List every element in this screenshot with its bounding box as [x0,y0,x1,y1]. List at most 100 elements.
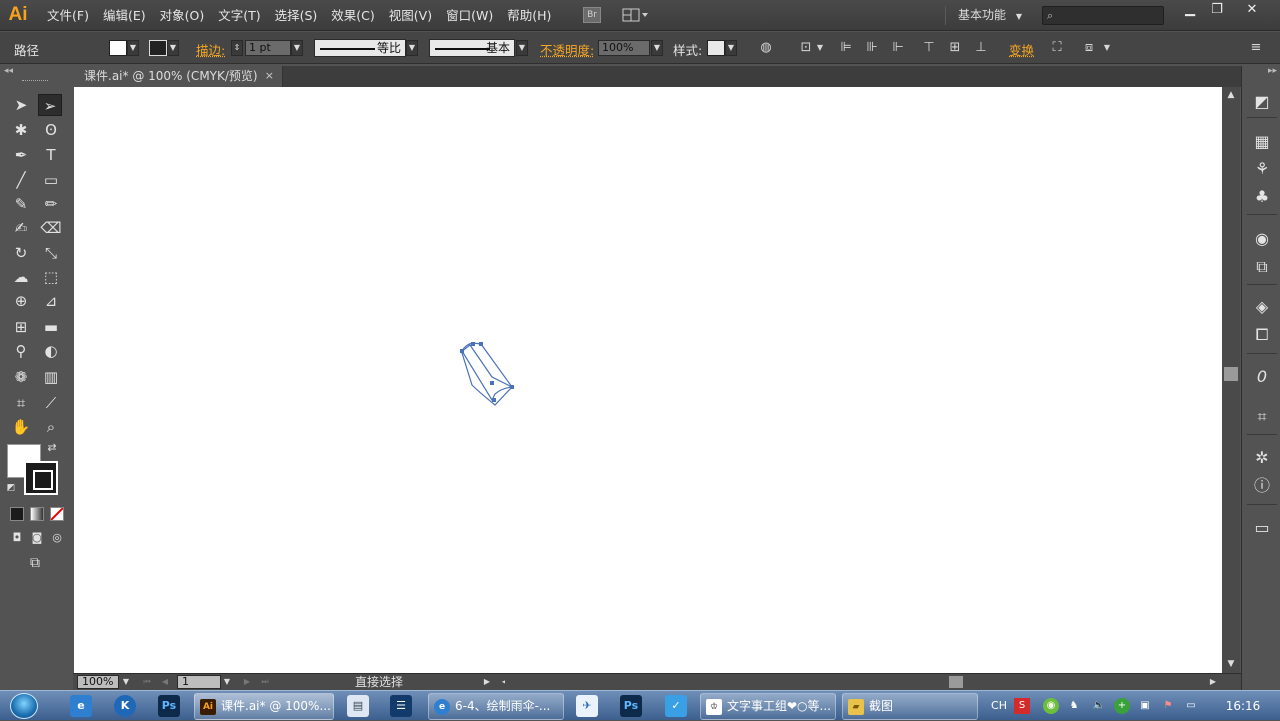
graphic-styles-icon[interactable]: ⧉ [1251,256,1273,278]
language-indicator[interactable]: CH [991,698,1007,714]
layers-icon[interactable]: ◈ [1251,296,1273,318]
magic-wand-tool-icon[interactable]: ✱ [9,119,33,141]
gradient-mode-icon[interactable] [30,507,44,521]
selection-tool-icon[interactable]: ➤ [9,94,33,116]
align-right-icon[interactable]: ⊩ [890,40,906,56]
taskbar-clock[interactable]: 16:16 [1218,691,1268,721]
swap-fill-stroke-icon[interactable]: ⇄ [44,440,60,456]
appearance-icon[interactable]: ◉ [1251,228,1273,250]
align-to-dropdown-icon[interactable]: ▼ [812,40,828,56]
paintbrush-tool-icon[interactable]: ✎ [9,193,33,215]
default-fill-stroke-icon[interactable]: ◩ [4,481,18,495]
lasso-tool-icon[interactable]: ʘ [39,119,63,141]
artboard-dropdown-icon[interactable]: ▼ [221,675,233,689]
first-artboard-icon[interactable]: ⏮ [141,675,153,689]
menu-select[interactable]: 选择(S) [268,0,325,31]
prev-artboard-icon[interactable]: ◀ [159,675,171,689]
blob-brush-tool-icon[interactable]: ✍ [9,217,33,239]
transparency-icon[interactable]: 0 [1251,366,1273,388]
rectangle-tool-icon[interactable]: ▭ [39,169,63,191]
horizontal-scrollbar[interactable] [505,675,1213,689]
opacity-label[interactable]: 不透明度: [540,40,594,59]
anchor-point[interactable] [471,342,475,346]
taskbar-task-illustrator[interactable]: Ai 课件.ai* @ 100%... [194,693,334,720]
document-tab[interactable]: 课件.ai* @ 100% (CMYK/预览) × [73,66,283,87]
artboard-tool-icon[interactable]: ⌗ [9,392,33,414]
zoom-field[interactable]: 100% [77,675,119,689]
close-tab-icon[interactable]: × [265,66,274,86]
navigator-icon[interactable]: ✲ [1251,447,1273,469]
start-button[interactable] [5,691,43,721]
perspective-grid-tool-icon[interactable]: ⊿ [39,290,63,312]
transform-icon[interactable]: ⌗ [1251,406,1273,428]
eyedropper-tool-icon[interactable]: ⚲ [9,340,33,362]
ie-icon[interactable]: e [70,695,92,717]
vertical-scroll-thumb[interactable] [1224,367,1238,381]
menu-type[interactable]: 文字(T) [211,0,267,31]
style-dropdown[interactable]: ▼ [725,40,737,56]
align-left-icon[interactable]: ⊫ [838,40,854,56]
brush-definition[interactable]: 基本 [429,39,515,57]
warp-tool-icon[interactable]: ☁ [9,266,33,288]
free-transform-tool-icon[interactable]: ⬚ [39,266,63,288]
artboards-icon[interactable]: ⧠ [1251,324,1273,346]
mesh-tool-icon[interactable]: ⊞ [9,316,33,338]
envelope-icon[interactable]: ⧈ [1081,40,1097,56]
search-input[interactable] [1043,7,1163,24]
horizontal-scroll-thumb[interactable] [949,676,963,688]
selected-path[interactable] [460,342,514,406]
scroll-up-icon[interactable]: ▲ [1225,89,1237,101]
photoshop-icon-2[interactable]: Ps [620,695,642,717]
fill-dropdown[interactable]: ▼ [127,40,139,56]
graphic-style-swatch[interactable] [707,40,725,56]
isolate-icon[interactable]: ⛶ [1049,40,1065,56]
vertical-scrollbar[interactable]: ▲ ▼ [1222,87,1240,673]
blend-tool-icon[interactable]: ◐ [39,340,63,362]
menu-window[interactable]: 窗口(W) [439,0,500,31]
fill-swatch-control[interactable] [109,40,127,56]
zoom-dropdown-icon[interactable]: ▼ [120,675,132,689]
artboard-canvas[interactable] [74,87,1222,673]
next-artboard-icon[interactable]: ▶ [241,675,253,689]
notepad-icon[interactable]: ▤ [347,695,369,717]
photoshop-icon[interactable]: Ps [158,695,180,717]
align-vcenter-icon[interactable]: ⊞ [947,40,963,56]
menu-object[interactable]: 对象(O) [153,0,212,31]
gradient-tool-icon[interactable]: ▬ [39,316,63,338]
artboard-field[interactable]: 1 [177,675,221,689]
taskbar-task-qq[interactable]: ♔ 文字事工组❤○等... [700,693,836,720]
pencil-tool-icon[interactable]: ✏ [39,193,63,215]
stroke-weight-stepper[interactable]: ⇕ [231,40,243,56]
workspace-switcher[interactable]: 基本功能 ▼ [945,6,1030,25]
menu-view[interactable]: 视图(V) [382,0,439,31]
menu-help[interactable]: 帮助(H) [500,0,558,31]
minimize-icon[interactable]: ▁ [1175,0,1205,20]
draw-behind-icon[interactable]: ◙ [28,530,46,546]
sogou-input-icon[interactable]: S [1014,698,1030,714]
bridge-button[interactable]: Br [583,7,601,23]
stroke-swatch-control[interactable] [149,40,167,56]
transform-link[interactable]: 变换 [1009,40,1034,59]
k-icon[interactable]: K [114,695,136,717]
restore-icon[interactable]: ❐ [1202,0,1232,20]
scroll-down-icon[interactable]: ▼ [1225,658,1237,670]
stroke-weight-field[interactable]: 1 pt [245,40,291,56]
draw-normal-icon[interactable]: ◘ [8,530,26,546]
flag-icon[interactable]: ⚑ [1160,698,1176,714]
anchor-point[interactable] [460,349,464,353]
symbol-sprayer-tool-icon[interactable]: ❁ [9,366,33,388]
stroke-color-swatch[interactable] [24,461,58,495]
scroll-right-icon[interactable]: ▶ [1207,675,1219,689]
tools-grip[interactable] [22,80,48,83]
anchor-point[interactable] [510,385,514,389]
wechat-icon[interactable]: ◉ [1043,698,1059,714]
align-bottom-icon[interactable]: ⊥ [973,40,989,56]
zoom-tool-icon[interactable]: ⌕ [39,416,63,438]
screen-mode-icon[interactable]: ⧉ [22,553,48,573]
align-top-icon[interactable]: ⊤ [921,40,937,56]
scale-tool-icon[interactable]: ⤡ [39,242,63,264]
collapse-tools-icon[interactable]: ◂◂ [4,66,13,76]
color-guide-icon[interactable]: ◩ [1251,91,1273,113]
opacity-dropdown[interactable]: ▼ [651,40,663,56]
anchor-point[interactable] [479,342,483,346]
